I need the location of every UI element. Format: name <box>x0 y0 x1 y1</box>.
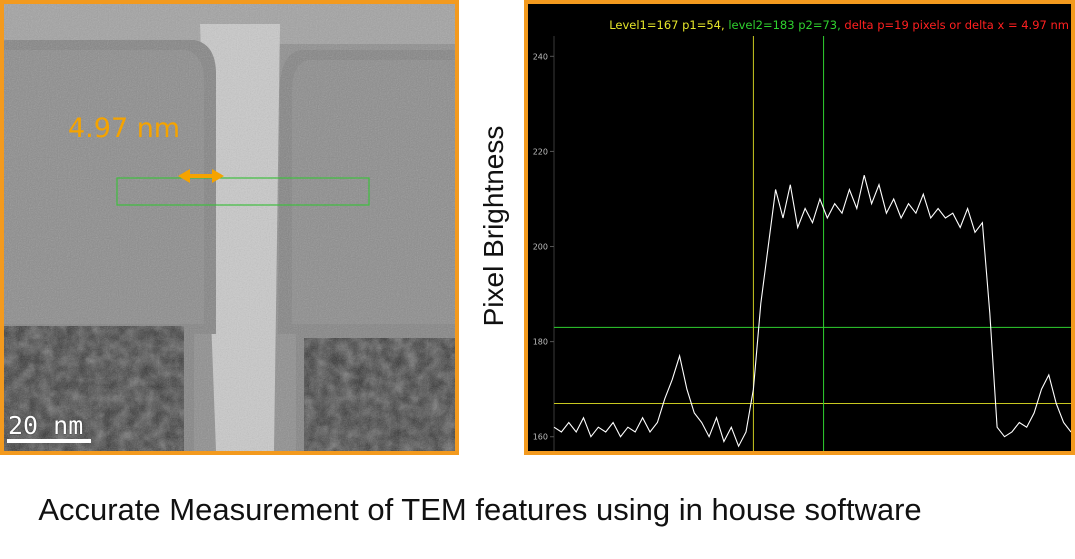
brightness-profile-line <box>553 175 1071 448</box>
y-tick-label: 160 <box>533 433 548 442</box>
profile-chart: 160 180 200 220 240 <box>533 36 1071 451</box>
figure-caption: Accurate Measurement of TEM features usi… <box>38 492 922 527</box>
y-tick-label: 180 <box>533 338 548 347</box>
y-axis-title: Pixel Brightness <box>478 125 509 327</box>
scale-bar-label: 20 nm <box>8 411 84 440</box>
legend-level2: level2=183 p2=73, <box>728 18 841 32</box>
y-tick-label: 220 <box>533 147 548 156</box>
tem-micrograph <box>4 4 455 451</box>
legend-level1: Level1=167 p1=54, <box>609 18 725 32</box>
legend-delta: delta p=19 pixels or delta x = 4.97 nm <box>844 18 1069 32</box>
profile-plot-panel: 160 180 200 220 240 Level1=167 p1=54, level2… <box>524 0 1075 455</box>
y-tick-label: 200 <box>533 243 548 252</box>
legend: Level1=167 p1=54, level2=183 p2=73, delt… <box>609 18 1069 32</box>
tem-image-panel: 4.97 nm 20 nm <box>0 0 459 455</box>
measurement-label: 4.97 nm <box>68 113 181 144</box>
y-tick-label: 240 <box>533 52 548 61</box>
